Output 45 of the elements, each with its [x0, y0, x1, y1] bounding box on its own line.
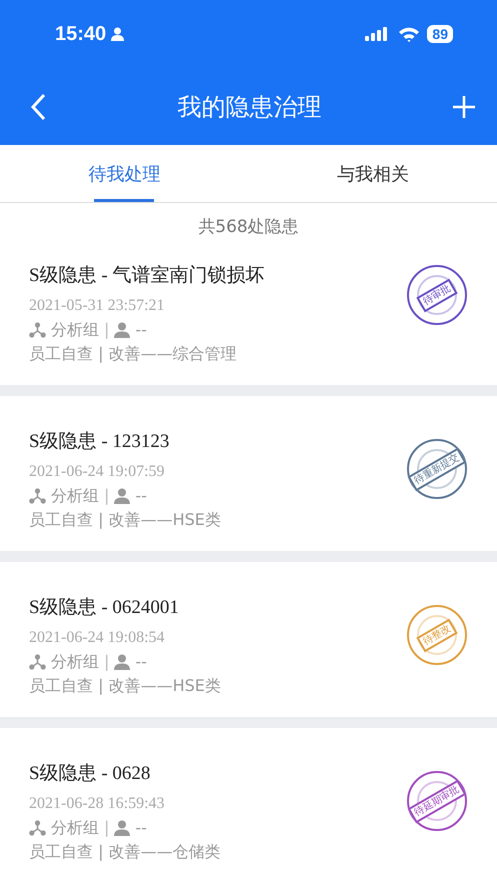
status-time: 15:40 — [55, 22, 106, 46]
group-name: 分析组 — [51, 319, 99, 341]
hazard-time: 2021-06-28 16:59:43 — [29, 794, 166, 814]
person-name: -- — [135, 651, 147, 673]
hazard-time: 2021-05-31 23:57:21 — [29, 296, 166, 316]
separator: | — [104, 485, 110, 507]
hazard-title: S级隐患 - 0628 — [29, 762, 152, 786]
tab[interactable]: 与我相关 — [334, 145, 411, 202]
status-stamp: 待整改 — [407, 605, 467, 665]
separator: | — [104, 817, 110, 839]
person-icon — [114, 820, 130, 836]
hazard-title: S级隐患 - 0624001 — [29, 596, 180, 620]
hazard-title: S级隐患 - 123123 — [29, 430, 170, 454]
hazard-category: 员工自查 | 改善——综合管理 — [29, 343, 238, 365]
person-icon — [114, 322, 130, 338]
tab[interactable]: 待我处理 — [86, 145, 162, 202]
back-icon[interactable] — [30, 92, 46, 120]
group-icon — [29, 488, 46, 504]
separator: | — [104, 319, 110, 341]
status-stamp: 待审批 — [407, 265, 467, 325]
group-icon — [29, 322, 46, 338]
group-name: 分析组 — [51, 651, 99, 673]
person-icon — [114, 488, 130, 504]
hazard-time: 2021-06-24 19:07:59 — [29, 462, 166, 482]
group-icon — [29, 654, 46, 670]
group-name: 分析组 — [51, 485, 99, 507]
separator: | — [104, 651, 110, 673]
person-name: -- — [135, 319, 147, 341]
hazard-category: 员工自查 | 改善——仓储类 — [29, 841, 222, 863]
group-icon — [29, 820, 46, 836]
hazard-time: 2021-06-24 19:08:54 — [29, 628, 166, 648]
hazard-category: 员工自查 | 改善——HSE类 — [29, 675, 222, 697]
group-name: 分析组 — [51, 817, 99, 839]
person-icon — [114, 654, 130, 670]
status-stamp: 待延期审批 — [407, 771, 467, 831]
status-stamp: 待重新提交 — [407, 439, 467, 499]
add-icon[interactable] — [453, 96, 475, 118]
person-name: -- — [135, 485, 147, 507]
battery-level: 89 — [427, 25, 453, 43]
person-name: -- — [135, 817, 147, 839]
page-title: 我的隐患治理 — [176, 92, 322, 122]
hazard-title: S级隐患 - 气谱室南门锁损坏 — [29, 264, 266, 288]
person-icon — [111, 27, 124, 41]
wifi-icon — [398, 26, 420, 42]
hazard-category: 员工自查 | 改善——HSE类 — [29, 509, 222, 531]
